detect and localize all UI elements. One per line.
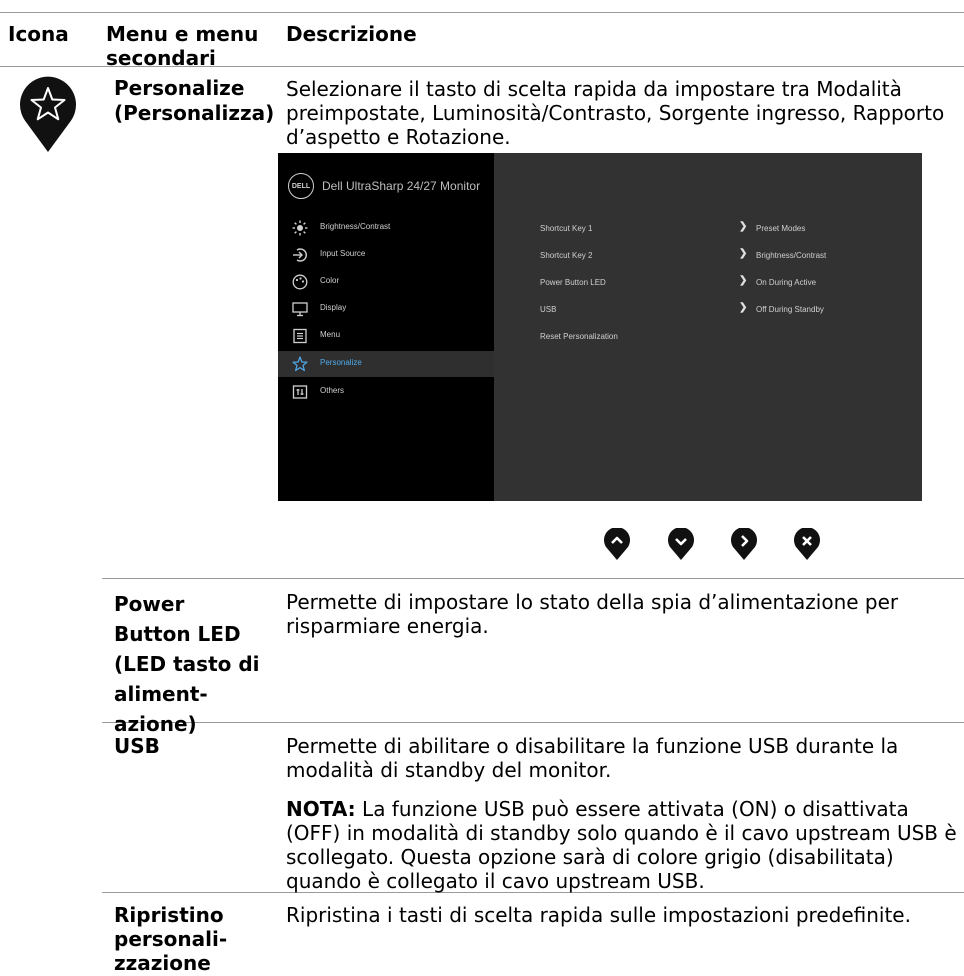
- sun-icon: [292, 220, 308, 236]
- display-icon: [292, 302, 308, 317]
- osd-setting-value: On During Active: [756, 278, 817, 287]
- note-text: La funzione USB può essere attivata (ON)…: [286, 797, 957, 893]
- note-label: NOTA:: [286, 797, 356, 821]
- menu-icon: [293, 328, 307, 344]
- up-button-icon: [604, 527, 630, 560]
- osd-setting-label[interactable]: Shortcut Key 1: [540, 224, 592, 233]
- osd-setting-label[interactable]: Reset Personalization: [540, 332, 618, 341]
- top-rule: [0, 12, 964, 13]
- personalize-description: Selezionare il tasto di scelta rapida da…: [286, 77, 945, 149]
- osd-menu-item-menu[interactable]: Menu: [278, 323, 494, 349]
- osd-menu-label: Display: [320, 303, 347, 312]
- usb-label: USB: [114, 734, 160, 758]
- osd-title: Dell UltraSharp 24/27 Monitor: [322, 179, 481, 193]
- chevron-right-icon: ❯: [739, 221, 748, 232]
- input-icon: [293, 248, 307, 262]
- row-rule: [102, 578, 964, 579]
- others-icon: [292, 385, 308, 399]
- osd-menu-item-others[interactable]: Others: [278, 379, 494, 405]
- down-button-icon: [668, 527, 694, 560]
- header-menu-column: Menu e menu secondari: [106, 22, 259, 70]
- chevron-right-icon: ❯: [739, 302, 748, 313]
- osd-menu-label: Personalize: [320, 358, 362, 367]
- osd-setting-label[interactable]: Shortcut Key 2: [540, 251, 592, 260]
- power-led-label: Power Button LED (LED tasto di aliment- …: [114, 592, 260, 736]
- reset-description: Ripristina i tasti di scelta rapida sull…: [286, 903, 911, 927]
- osd-menu-item-color[interactable]: Color: [278, 269, 494, 295]
- osd-menu-label: Color: [320, 276, 340, 285]
- chevron-right-icon: ❯: [739, 248, 748, 259]
- osd-menu-item-input-source[interactable]: Input Source: [278, 242, 494, 268]
- osd-setting-value: Preset Modes: [756, 224, 806, 233]
- osd-setting-value: Off During Standby: [756, 305, 824, 314]
- osd-setting-label[interactable]: USB: [540, 305, 556, 314]
- osd-menu-item-personalize[interactable]: Personalize: [278, 351, 494, 377]
- osd-menu-item-brightness[interactable]: Brightness/Contrast: [278, 215, 494, 241]
- header-description-column: Descrizione: [286, 22, 417, 46]
- osd-menu-label: Others: [320, 386, 345, 395]
- palette-icon: [292, 274, 308, 290]
- dell-logo: DELL: [288, 173, 314, 199]
- star-pin-icon: [20, 76, 76, 152]
- star-icon: [292, 356, 308, 372]
- usb-description: Permette di abilitare o disabilitare la …: [286, 734, 899, 782]
- power-led-description: Permette di impostare lo stato della spi…: [286, 590, 899, 638]
- header-icon-column: Icona: [8, 22, 69, 46]
- chevron-right-icon: ❯: [739, 275, 748, 286]
- osd-setting-label[interactable]: Power Button LED: [540, 278, 606, 287]
- osd-menu-label: Input Source: [320, 249, 366, 258]
- osd-menu-panel: DELL Dell UltraSharp 24/27 Monitor Brigh…: [278, 153, 494, 501]
- right-button-icon: [731, 527, 757, 560]
- personalize-label: Personalize (Personalizza): [114, 76, 275, 125]
- osd-setting-value: Brightness/Contrast: [756, 251, 827, 260]
- reset-label: Ripristino personali- zzazione: [114, 903, 228, 975]
- close-button-icon: [794, 527, 820, 560]
- osd-menu-item-display[interactable]: Display: [278, 296, 494, 322]
- osd-screenshot: DELL Dell UltraSharp 24/27 Monitor Brigh…: [278, 153, 922, 501]
- osd-menu-label: Menu: [320, 330, 341, 339]
- osd-menu-label: Brightness/Contrast: [320, 222, 391, 231]
- osd-settings-panel: [494, 153, 922, 501]
- usb-note: NOTA: La funzione USB può essere attivat…: [286, 797, 958, 893]
